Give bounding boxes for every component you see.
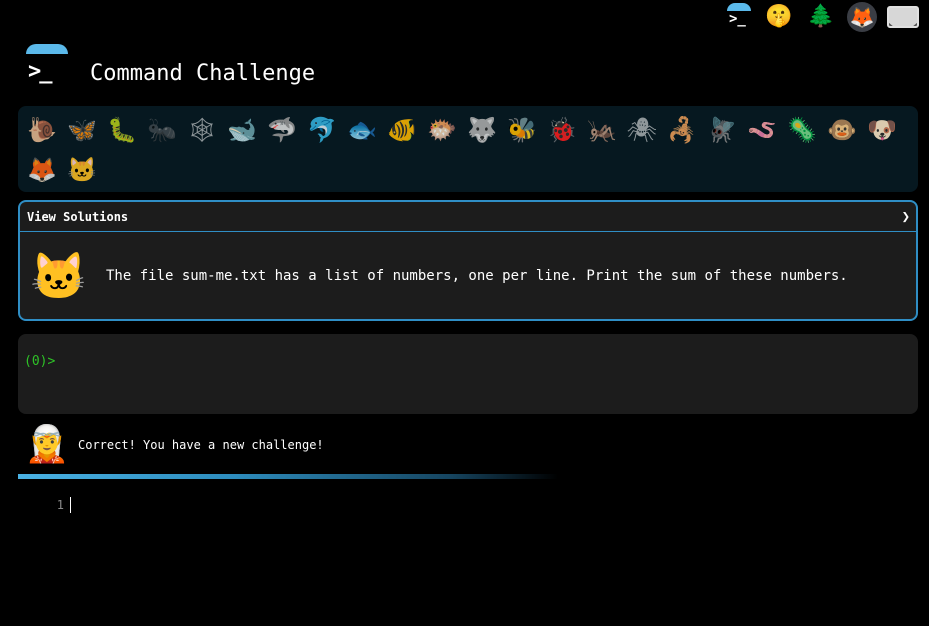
monkey-icon[interactable]: 🐵 bbox=[822, 110, 862, 150]
wolf-icon[interactable]: 🐺 bbox=[462, 110, 502, 150]
status-message-text: Correct! You have a new challenge! bbox=[78, 438, 324, 452]
fox-icon[interactable]: 🦊 bbox=[22, 150, 62, 190]
command-editor[interactable]: 1 bbox=[18, 490, 918, 520]
cricket-icon[interactable]: 🦗 bbox=[582, 110, 622, 150]
terminal-icon-cap bbox=[727, 3, 751, 11]
elf-avatar-icon: 🧝 bbox=[24, 424, 70, 465]
tree-icon[interactable]: 🌲 bbox=[805, 1, 837, 33]
text-cursor bbox=[70, 497, 71, 513]
ladybug-icon[interactable]: 🐞 bbox=[542, 110, 582, 150]
whale-icon[interactable]: 🐋 bbox=[222, 110, 262, 150]
chevron-right-icon: ❯ bbox=[901, 208, 910, 225]
terminal-icon[interactable]: >_ bbox=[725, 3, 753, 31]
challenge-panel: View Solutions ❯ 🐱 The file sum-me.txt h… bbox=[18, 200, 918, 321]
progress-divider bbox=[18, 474, 558, 479]
terminal-area[interactable]: (0)> bbox=[18, 334, 918, 414]
caterpillar-icon[interactable]: 🐛 bbox=[102, 110, 142, 150]
gitlab-fox-icon[interactable]: 🦊 bbox=[847, 2, 877, 32]
cat-icon[interactable]: 🐱 bbox=[62, 150, 102, 190]
ant-icon[interactable]: 🐜 bbox=[142, 110, 182, 150]
microbe-icon[interactable]: 🦠 bbox=[782, 110, 822, 150]
snail-icon[interactable]: 🐌 bbox=[22, 110, 62, 150]
scorpion-icon[interactable]: 🦂 bbox=[662, 110, 702, 150]
view-solutions-toggle[interactable]: View Solutions ❯ bbox=[20, 202, 916, 232]
terminal-icon-prompt: >_ bbox=[729, 11, 746, 27]
gitlab-fox-glyph: 🦊 bbox=[849, 5, 875, 29]
spider-web-icon[interactable]: 🕸 bbox=[182, 110, 222, 150]
mail-icon[interactable] bbox=[887, 1, 919, 33]
page-header: >_ Command Challenge bbox=[24, 44, 315, 88]
challenge-description: The file sum-me.txt has a list of number… bbox=[106, 267, 848, 284]
dolphin-icon[interactable]: 🐬 bbox=[302, 110, 342, 150]
view-solutions-label: View Solutions bbox=[27, 209, 129, 224]
cat-face-icon: 🐱 bbox=[30, 248, 88, 303]
worm-icon[interactable]: 🪱 bbox=[742, 110, 782, 150]
terminal-prompt: (0)> bbox=[24, 354, 56, 369]
bee-icon[interactable]: 🐝 bbox=[502, 110, 542, 150]
page-title: Command Challenge bbox=[90, 60, 316, 86]
mail-envelope bbox=[887, 6, 919, 28]
logo-cap bbox=[26, 44, 68, 54]
blowfish-icon[interactable]: 🐡 bbox=[422, 110, 462, 150]
status-message: 🧝 Correct! You have a new challenge! bbox=[24, 422, 324, 468]
shushing-face-icon[interactable]: 🤫 bbox=[763, 1, 795, 33]
tropical-fish-icon[interactable]: 🐠 bbox=[382, 110, 422, 150]
challenge-progress-strip: 🐌 🦋 🐛 🐜 🕸 🐋 🦈 🐬 🐟 🐠 🐡 🐺 🐝 🐞 🦗 🕷 🦂 🪰 🪱 🦠 … bbox=[18, 106, 918, 192]
fish-icon[interactable]: 🐟 bbox=[342, 110, 382, 150]
logo-icon[interactable]: >_ bbox=[24, 44, 68, 88]
logo-prompt: >_ bbox=[28, 59, 52, 84]
top-icon-bar: >_ 🤫 🌲 🦊 bbox=[725, 0, 919, 34]
fly-icon[interactable]: 🪰 bbox=[702, 110, 742, 150]
line-number: 1 bbox=[56, 498, 64, 512]
dog-icon[interactable]: 🐶 bbox=[862, 110, 902, 150]
shark-icon[interactable]: 🦈 bbox=[262, 110, 302, 150]
spider-icon[interactable]: 🕷 bbox=[622, 110, 662, 150]
challenge-body: 🐱 The file sum-me.txt has a list of numb… bbox=[20, 232, 916, 319]
butterfly-icon[interactable]: 🦋 bbox=[62, 110, 102, 150]
